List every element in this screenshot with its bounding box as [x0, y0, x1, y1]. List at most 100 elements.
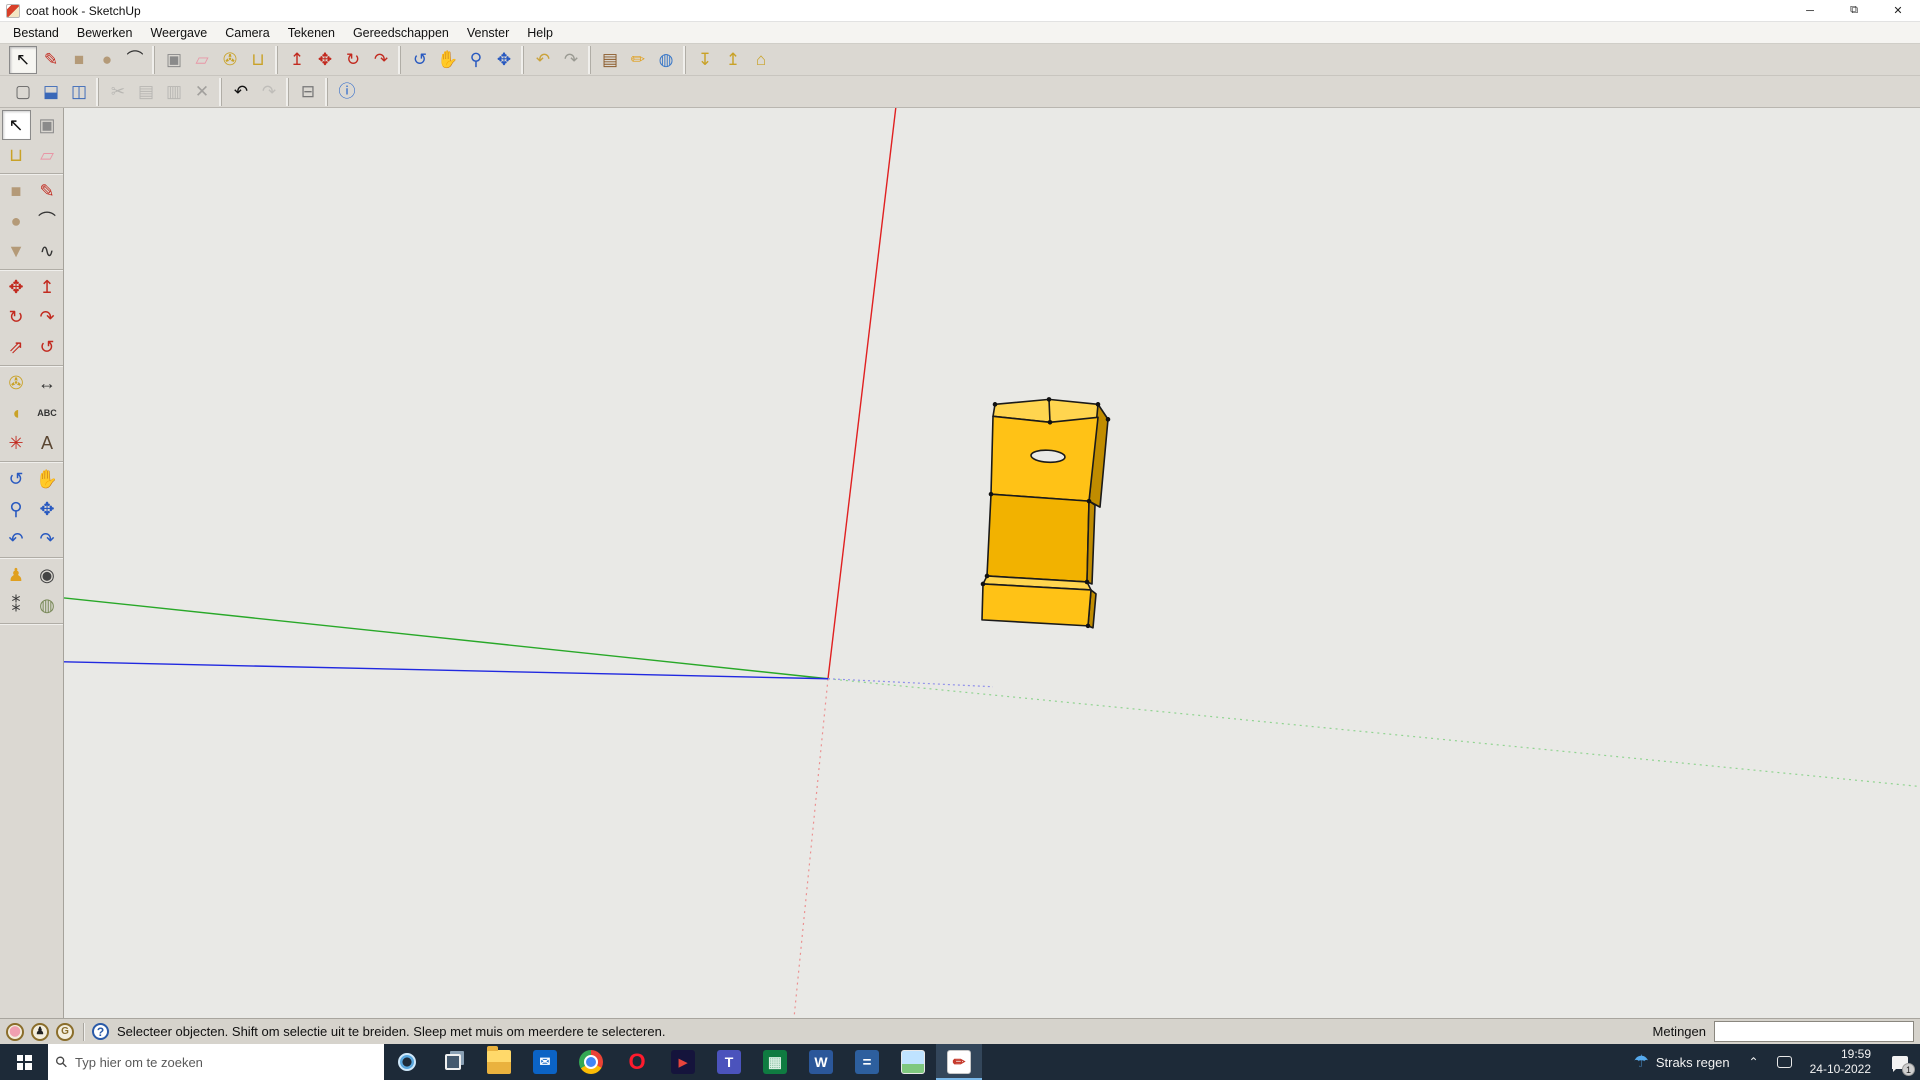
rotate-button[interactable]: ↻ — [339, 46, 367, 74]
menu-tekenen[interactable]: Tekenen — [279, 24, 344, 42]
new-button[interactable]: ▢ — [9, 78, 37, 106]
orbit-button[interactable]: ↺ — [2, 464, 31, 494]
section-plane-button[interactable]: ◍ — [33, 590, 62, 620]
taskbar-chrome[interactable] — [568, 1044, 614, 1080]
circle-button[interactable]: ● — [93, 46, 121, 74]
next-view-button[interactable]: ↷ — [33, 524, 62, 554]
follow-me-button[interactable]: ↷ — [33, 302, 62, 332]
rectangle-button[interactable]: ■ — [2, 176, 31, 206]
menu-weergave[interactable]: Weergave — [141, 24, 216, 42]
save-button[interactable]: ◫ — [65, 78, 93, 106]
search-input[interactable] — [75, 1055, 376, 1070]
zoom-extents-button[interactable]: ✥ — [490, 46, 518, 74]
line-button[interactable]: ✎ — [33, 176, 62, 206]
taskbar-search[interactable]: ⚲ — [48, 1044, 384, 1080]
taskbar-mail[interactable]: ✉ — [522, 1044, 568, 1080]
look-around-button[interactable]: ◉ — [33, 560, 62, 590]
previous-view-button[interactable]: ↶ — [529, 46, 557, 74]
scale-button[interactable]: ⇗ — [2, 332, 31, 362]
rotate-button[interactable]: ↻ — [2, 302, 31, 332]
minimize-button[interactable]: ─ — [1788, 0, 1832, 21]
protractor-button[interactable]: ◖ — [2, 398, 31, 428]
notification-center-button[interactable]: 1 — [1880, 1044, 1920, 1080]
3d-text-button[interactable]: A — [33, 428, 62, 458]
move-button[interactable]: ✥ — [2, 272, 31, 302]
taskbar-word[interactable]: W — [798, 1044, 844, 1080]
arc-button[interactable]: ⌒ — [33, 206, 62, 236]
tape-measure-button[interactable]: ✇ — [216, 46, 244, 74]
get-models-button[interactable]: ↧ — [691, 46, 719, 74]
zoom-button[interactable]: ⚲ — [2, 494, 31, 524]
menu-venster[interactable]: Venster — [458, 24, 518, 42]
text-button[interactable]: ABC — [33, 398, 62, 428]
paste-button[interactable]: ▥ — [160, 78, 188, 106]
menu-bestand[interactable]: Bestand — [4, 24, 68, 42]
next-view-button[interactable]: ↷ — [557, 46, 585, 74]
photo-textures-button[interactable]: ✏ — [624, 46, 652, 74]
select-button[interactable]: ↖ — [9, 46, 37, 74]
taskbar-teams[interactable]: T — [706, 1044, 752, 1080]
position-camera-button[interactable]: ♟ — [2, 560, 31, 590]
hidden-icons-chevron[interactable]: ⌃ — [1740, 1044, 1768, 1080]
extension-warehouse-button[interactable]: ⌂ — [747, 46, 775, 74]
restore-button[interactable]: ⧉ — [1832, 0, 1876, 21]
open-button[interactable]: ⬓ — [37, 78, 65, 106]
paint-bucket-button[interactable]: ⊔ — [244, 46, 272, 74]
credits-status-icon[interactable]: ♟ — [31, 1023, 49, 1041]
taskbar-calculator[interactable]: = — [844, 1044, 890, 1080]
tape-measure-button[interactable]: ✇ — [2, 368, 31, 398]
geolocation-status-icon[interactable]: ⬤ — [6, 1023, 24, 1041]
push-pull-button[interactable]: ↥ — [283, 46, 311, 74]
eraser-button[interactable]: ▱ — [33, 140, 62, 170]
walk-button[interactable]: ⁑ — [2, 590, 31, 620]
close-button[interactable]: ✕ — [1876, 0, 1920, 21]
help-icon[interactable]: ? — [92, 1023, 109, 1040]
delete-button[interactable]: ✕ — [188, 78, 216, 106]
offset-button[interactable]: ↺ — [33, 332, 62, 362]
taskbar-sketchup[interactable]: ✏ — [936, 1044, 982, 1080]
freehand-button[interactable]: ∿ — [33, 236, 62, 266]
circle-button[interactable]: ● — [2, 206, 31, 236]
taskbar-opera[interactable]: O — [614, 1044, 660, 1080]
pan-button[interactable]: ✋ — [434, 46, 462, 74]
menu-gereedschappen[interactable]: Gereedschappen — [344, 24, 458, 42]
menu-bewerken[interactable]: Bewerken — [68, 24, 142, 42]
axes-button[interactable]: ✳ — [2, 428, 31, 458]
share-models-button[interactable]: ↥ — [719, 46, 747, 74]
print-button[interactable]: ⊟ — [294, 78, 322, 106]
zoom-button[interactable]: ⚲ — [462, 46, 490, 74]
follow-me-button[interactable]: ↷ — [367, 46, 395, 74]
previous-view-button[interactable]: ↶ — [2, 524, 31, 554]
arc-button[interactable]: ⌒ — [121, 46, 149, 74]
toggle-terrain-button[interactable]: ▤ — [596, 46, 624, 74]
start-button[interactable] — [0, 1044, 48, 1080]
undo-button[interactable]: ↶ — [227, 78, 255, 106]
orbit-button[interactable]: ↺ — [406, 46, 434, 74]
taskbar-file-explorer[interactable] — [476, 1044, 522, 1080]
measurements-input[interactable] — [1714, 1021, 1914, 1042]
taskbar-media[interactable]: ▶ — [660, 1044, 706, 1080]
taskbar-image-viewer[interactable] — [890, 1044, 936, 1080]
select-button[interactable]: ↖ — [2, 110, 31, 140]
cut-button[interactable]: ✂ — [104, 78, 132, 106]
signin-status-icon[interactable]: G — [56, 1023, 74, 1041]
menu-camera[interactable]: Camera — [216, 24, 278, 42]
eraser-button[interactable]: ▱ — [188, 46, 216, 74]
taskbar-task-view[interactable] — [430, 1044, 476, 1080]
add-location-button[interactable]: ◍ — [652, 46, 680, 74]
rectangle-button[interactable]: ■ — [65, 46, 93, 74]
line-button[interactable]: ✎ — [37, 46, 65, 74]
zoom-extents-button[interactable]: ✥ — [33, 494, 62, 524]
push-pull-button[interactable]: ↥ — [33, 272, 62, 302]
clock-widget[interactable]: 19:59 24-10-2022 — [1801, 1044, 1880, 1080]
tray-device-icon[interactable] — [1777, 1056, 1792, 1068]
polygon-button[interactable]: ▼ — [2, 236, 31, 266]
model-info-button[interactable]: ⓘ — [333, 78, 361, 106]
pan-button[interactable]: ✋ — [33, 464, 62, 494]
model-canvas[interactable] — [64, 108, 1920, 1018]
weather-widget[interactable]: ☂ Straks regen — [1624, 1044, 1740, 1080]
paint-bucket-button[interactable]: ⊔ — [2, 140, 31, 170]
taskbar-excel[interactable]: ▦ — [752, 1044, 798, 1080]
redo-button[interactable]: ↷ — [255, 78, 283, 106]
move-button[interactable]: ✥ — [311, 46, 339, 74]
